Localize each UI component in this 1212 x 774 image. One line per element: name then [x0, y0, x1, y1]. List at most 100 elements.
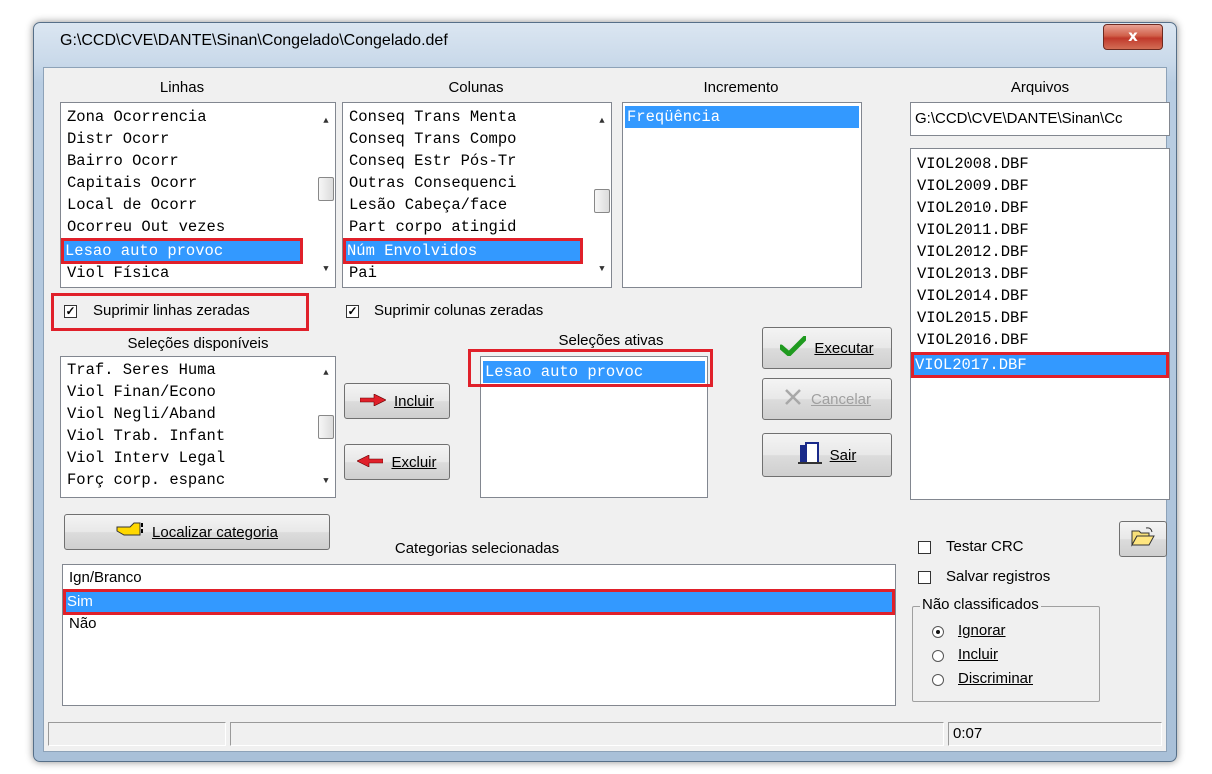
- list-item[interactable]: Pai: [347, 262, 587, 284]
- selecoes-ativas-header: Seleções ativas: [558, 332, 664, 349]
- scroll-thumb[interactable]: [318, 415, 334, 439]
- incremento-list[interactable]: Freqüência: [622, 102, 862, 288]
- list-item[interactable]: VIOL2008.DBF: [915, 153, 1165, 175]
- list-item[interactable]: Ocorreu Out vezes: [65, 216, 311, 238]
- arquivos-list[interactable]: VIOL2008.DBF VIOL2009.DBF VIOL2010.DBF V…: [910, 148, 1170, 500]
- list-item[interactable]: Viol Negli/Aband: [65, 403, 311, 425]
- linhas-scrollbar[interactable]: ▲ ▼: [317, 103, 335, 287]
- colunas-header: Colunas: [448, 79, 504, 96]
- linhas-list[interactable]: Zona Ocorrencia Distr Ocorr Bairro Ocorr…: [60, 102, 336, 288]
- list-item[interactable]: Viol Finan/Econo: [65, 381, 311, 403]
- incluir-radio[interactable]: [932, 650, 944, 662]
- cancelar-label: Cancelar: [810, 390, 872, 408]
- list-item[interactable]: VIOL2012.DBF: [915, 241, 1165, 263]
- arquivos-header: Arquivos: [1010, 79, 1070, 96]
- incluir-button[interactable]: Incluir: [344, 383, 450, 419]
- sair-button[interactable]: Sair: [762, 433, 892, 477]
- incluir-label: Incluir: [393, 392, 434, 410]
- open-folder-button[interactable]: [1119, 521, 1167, 557]
- ignorar-radio[interactable]: [932, 626, 944, 638]
- list-item-selected[interactable]: VIOL2017.DBF: [911, 352, 1169, 378]
- list-item[interactable]: VIOL2016.DBF: [915, 329, 1165, 351]
- status-panel-1: [48, 722, 226, 746]
- executar-label: Executar: [814, 339, 874, 357]
- excluir-label: Excluir: [391, 453, 437, 471]
- scroll-up-icon[interactable]: ▲: [593, 113, 611, 129]
- categorias-list[interactable]: Ign/Branco Sim Não: [62, 564, 896, 706]
- scroll-up-icon[interactable]: ▲: [317, 113, 335, 129]
- localizar-label: Localizar categoria: [152, 523, 278, 541]
- selecoes-disponiveis-list[interactable]: Traf. Seres Huma Viol Finan/Econo Viol N…: [60, 356, 336, 498]
- list-item[interactable]: Zona Ocorrencia: [65, 106, 311, 128]
- sair-label: Sair: [829, 446, 857, 464]
- arrow-left-icon: [356, 454, 384, 471]
- close-icon: x: [1128, 27, 1138, 45]
- door-exit-icon: [797, 441, 822, 469]
- discriminar-label: Discriminar: [958, 670, 1033, 687]
- selecoes-scrollbar[interactable]: ▲ ▼: [317, 357, 335, 497]
- list-item[interactable]: Capitais Ocorr: [65, 172, 311, 194]
- nao-classificados-legend: Não classificados: [920, 596, 1041, 613]
- list-item[interactable]: VIOL2014.DBF: [915, 285, 1165, 307]
- list-item[interactable]: Part corpo atingid: [347, 216, 587, 238]
- list-item[interactable]: VIOL2010.DBF: [915, 197, 1165, 219]
- window-title: G:\CCD\CVE\DANTE\Sinan\Congelado\Congela…: [60, 32, 448, 49]
- list-item[interactable]: Viol Física: [65, 262, 311, 284]
- list-item-selected[interactable]: Freqüência: [625, 106, 859, 128]
- testar-crc-checkbox[interactable]: [918, 541, 931, 554]
- selecoes-ativas-highlight: [468, 349, 713, 387]
- executar-button[interactable]: Executar: [762, 327, 892, 369]
- status-time: 0:07: [948, 722, 1162, 746]
- list-item[interactable]: Forç corp. espanc: [65, 469, 311, 491]
- categorias-header: Categorias selecionadas: [394, 540, 560, 557]
- salvar-registros-checkbox[interactable]: [918, 571, 931, 584]
- scroll-thumb[interactable]: [318, 177, 334, 201]
- scroll-thumb[interactable]: [594, 189, 610, 213]
- colunas-scrollbar[interactable]: ▲ ▼: [593, 103, 611, 287]
- scroll-down-icon[interactable]: ▼: [317, 261, 335, 277]
- list-item-selected[interactable]: Núm Envolvidos: [343, 238, 583, 264]
- suprimir-linhas-label: Suprimir linhas zeradas: [93, 302, 250, 319]
- suprimir-linhas-checkbox[interactable]: ✓: [64, 305, 77, 318]
- salvar-registros-label: Salvar registros: [946, 568, 1051, 585]
- scroll-down-icon[interactable]: ▼: [593, 261, 611, 277]
- scroll-down-icon[interactable]: ▼: [317, 473, 335, 489]
- arquivos-path-field[interactable]: G:\CCD\CVE\DANTE\Sinan\Cc: [910, 102, 1170, 136]
- testar-crc-label: Testar CRC: [946, 538, 1024, 555]
- list-item-selected[interactable]: Lesao auto provoc: [61, 238, 303, 264]
- list-item[interactable]: Viol Trab. Infant: [65, 425, 311, 447]
- scroll-up-icon[interactable]: ▲: [317, 365, 335, 381]
- list-item[interactable]: Não: [67, 613, 891, 635]
- list-item-selected[interactable]: Sim: [63, 589, 895, 615]
- cancel-x-icon: [783, 387, 803, 411]
- list-item[interactable]: Local de Ocorr: [65, 194, 311, 216]
- arrow-right-icon: [359, 393, 387, 410]
- colunas-list[interactable]: Conseq Trans Menta Conseq Trans Compo Co…: [342, 102, 612, 288]
- suprimir-colunas-label: Suprimir colunas zeradas: [374, 302, 544, 319]
- list-item[interactable]: Distr Ocorr: [65, 128, 311, 150]
- list-item[interactable]: Conseq Estr Pós-Tr: [347, 150, 587, 172]
- list-item[interactable]: VIOL2013.DBF: [915, 263, 1165, 285]
- list-item[interactable]: Traf. Seres Huma: [65, 359, 311, 381]
- suprimir-colunas-checkbox[interactable]: ✓: [346, 305, 359, 318]
- incremento-header: Incremento: [703, 79, 779, 96]
- status-panel-2: [230, 722, 944, 746]
- list-item[interactable]: VIOL2009.DBF: [915, 175, 1165, 197]
- list-item[interactable]: Ign/Branco: [67, 567, 891, 589]
- incluir-radio-label: Incluir: [958, 646, 999, 663]
- cancelar-button[interactable]: Cancelar: [762, 378, 892, 420]
- checkmark-icon: [778, 335, 808, 360]
- list-item[interactable]: Bairro Ocorr: [65, 150, 311, 172]
- discriminar-radio[interactable]: [932, 674, 944, 686]
- list-item[interactable]: VIOL2011.DBF: [915, 219, 1165, 241]
- list-item[interactable]: Lesão Cabeça/face: [347, 194, 587, 216]
- excluir-button[interactable]: Excluir: [344, 444, 450, 480]
- linhas-header: Linhas: [159, 79, 205, 96]
- list-item[interactable]: VIOL2015.DBF: [915, 307, 1165, 329]
- selecoes-disponiveis-header: Seleções disponíveis: [127, 335, 269, 352]
- list-item[interactable]: Conseq Trans Compo: [347, 128, 587, 150]
- close-button[interactable]: x: [1103, 24, 1163, 50]
- list-item[interactable]: Viol Interv Legal: [65, 447, 311, 469]
- list-item[interactable]: Outras Consequenci: [347, 172, 587, 194]
- list-item[interactable]: Conseq Trans Menta: [347, 106, 587, 128]
